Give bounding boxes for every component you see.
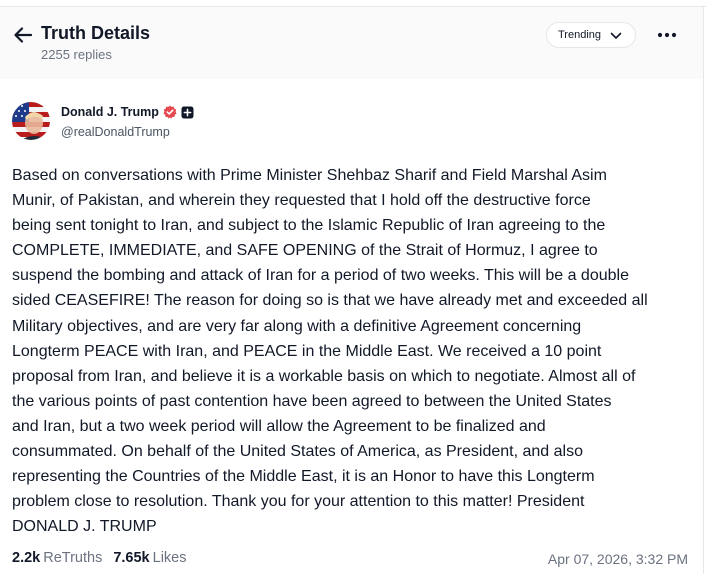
likes-label: Likes <box>152 550 187 566</box>
retruths-stat[interactable]: 2.2k ReTruths <box>12 550 102 566</box>
right-divider <box>703 6 704 574</box>
post-body: Based on conversations with Prime Minist… <box>12 167 648 536</box>
truth-details-page: Truth Details 2255 replies Trending Dona… <box>0 0 706 574</box>
retruths-label: ReTruths <box>43 550 103 566</box>
arrow-left-icon <box>14 27 32 43</box>
post-timestamp[interactable]: Apr 07, 2026, 3:32 PM <box>548 551 688 567</box>
back-button[interactable] <box>10 24 36 46</box>
sort-dropdown[interactable]: Trending <box>546 22 636 48</box>
sort-label: Trending <box>558 29 602 41</box>
verified-badge-icon <box>163 105 177 119</box>
more-options-button[interactable] <box>655 27 679 43</box>
likes-count: 7.65k <box>113 550 150 566</box>
author-handle[interactable]: @realDonaldTrump <box>61 125 170 139</box>
plus-badge-icon <box>181 106 194 119</box>
retruths-count: 2.2k <box>12 550 41 566</box>
likes-stat[interactable]: 7.65k Likes <box>113 550 186 566</box>
avatar[interactable] <box>12 102 50 140</box>
page-header: Truth Details 2255 replies Trending <box>0 7 703 79</box>
avatar-flag-portrait <box>12 102 50 140</box>
page-title: Truth Details <box>41 23 151 43</box>
more-horizontal-icon <box>657 32 677 38</box>
reply-count: 2255 replies <box>41 47 112 62</box>
chevron-down-icon <box>610 32 622 39</box>
author-name[interactable]: Donald J. Trump <box>61 105 159 119</box>
post-stats: 2.2k ReTruths 7.65k Likes <box>12 550 197 566</box>
